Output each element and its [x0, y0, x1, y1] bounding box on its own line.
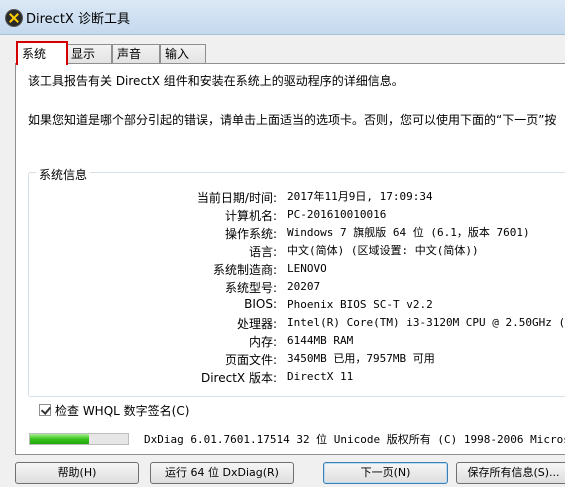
info-row: 系统型号: 20207: [0, 279, 565, 297]
info-value: 2017年11月9日, 17:09:34: [287, 190, 433, 203]
info-row: 语言: 中文(简体) (区域设置: 中文(简体)): [0, 243, 565, 261]
info-row: 页面文件: 3450MB 已用，7957MB 可用: [0, 351, 565, 369]
info-row: DirectX 版本: DirectX 11: [0, 369, 565, 387]
info-row: 系统制造商: LENOVO: [0, 261, 565, 279]
progress-bar: [29, 433, 129, 445]
info-label: 页面文件:: [224, 353, 277, 367]
intro-text: 该工具报告有关 DirectX 组件和安装在系统上的驱动程序的详细信息。: [28, 74, 404, 88]
progress-fill: [30, 434, 89, 444]
tab-sound[interactable]: 声音: [112, 44, 160, 63]
instruction-text: 如果您知道是哪个部分引起的错误，请单击上面适当的选项卡。否则，您可以使用下面的“…: [28, 113, 557, 127]
info-value: 20207: [287, 280, 321, 293]
info-value: 6144MB RAM: [287, 334, 354, 347]
info-row: 当前日期/时间: 2017年11月9日, 17:09:34: [0, 189, 565, 207]
info-value: PC-201610010016: [287, 208, 387, 221]
directx-app-icon: [5, 9, 23, 27]
help-button[interactable]: 帮助(H): [15, 462, 139, 484]
info-label: BIOS:: [244, 297, 277, 311]
info-row: 计算机名: PC-201610010016: [0, 207, 565, 225]
info-value: LENOVO: [287, 262, 327, 275]
tab-strip: 系统 显示 声音 输入: [0, 40, 565, 65]
info-label: 操作系统:: [224, 227, 277, 241]
info-label: 处理器:: [236, 317, 277, 331]
info-label: 计算机名:: [224, 209, 277, 223]
copyright-text: DxDiag 6.01.7601.17514 32 位 Unicode 版权所有…: [144, 433, 565, 446]
info-row: 内存: 6144MB RAM: [0, 333, 565, 351]
tab-system[interactable]: 系统: [16, 41, 68, 65]
info-label: 系统型号:: [224, 281, 277, 295]
info-row: 处理器: Intel(R) Core(TM) i3-3120M CPU @ 2.5…: [0, 315, 565, 333]
info-row: 操作系统: Windows 7 旗舰版 64 位 (6.1，版本 7601): [0, 225, 565, 243]
save-all-info-button[interactable]: 保存所有信息(S)...: [456, 462, 565, 484]
info-label: 内存:: [248, 335, 277, 349]
window-title: DirectX 诊断工具: [26, 12, 130, 27]
tab-display[interactable]: 显示: [66, 44, 112, 63]
info-value: Phoenix BIOS SC-T v2.2: [287, 298, 433, 311]
info-label: DirectX 版本:: [200, 371, 277, 385]
next-page-button[interactable]: 下一页(N): [323, 462, 448, 484]
info-label: 语言:: [248, 245, 277, 259]
whql-checkbox[interactable]: [39, 404, 51, 416]
title-bar[interactable]: DirectX 诊断工具: [0, 0, 565, 35]
info-row: BIOS: Phoenix BIOS SC-T v2.2: [0, 297, 565, 315]
tab-input[interactable]: 输入: [160, 44, 206, 63]
info-value: Windows 7 旗舰版 64 位 (6.1，版本 7601): [287, 226, 530, 239]
run-64bit-dxdiag-button[interactable]: 运行 64 位 DxDiag(R): [150, 462, 294, 484]
info-value: Intel(R) Core(TM) i3-3120M CPU @ 2.50GHz…: [287, 316, 565, 329]
info-value: DirectX 11: [287, 370, 354, 383]
info-value: 3450MB 已用，7957MB 可用: [287, 352, 435, 365]
system-info-title: 系统信息: [36, 166, 91, 183]
info-value: 中文(简体) (区域设置: 中文(简体)): [287, 244, 479, 257]
info-label: 当前日期/时间:: [196, 191, 277, 205]
info-label: 系统制造商:: [212, 263, 277, 277]
whql-checkbox-label[interactable]: 检查 WHQL 数字签名(C): [55, 402, 189, 419]
